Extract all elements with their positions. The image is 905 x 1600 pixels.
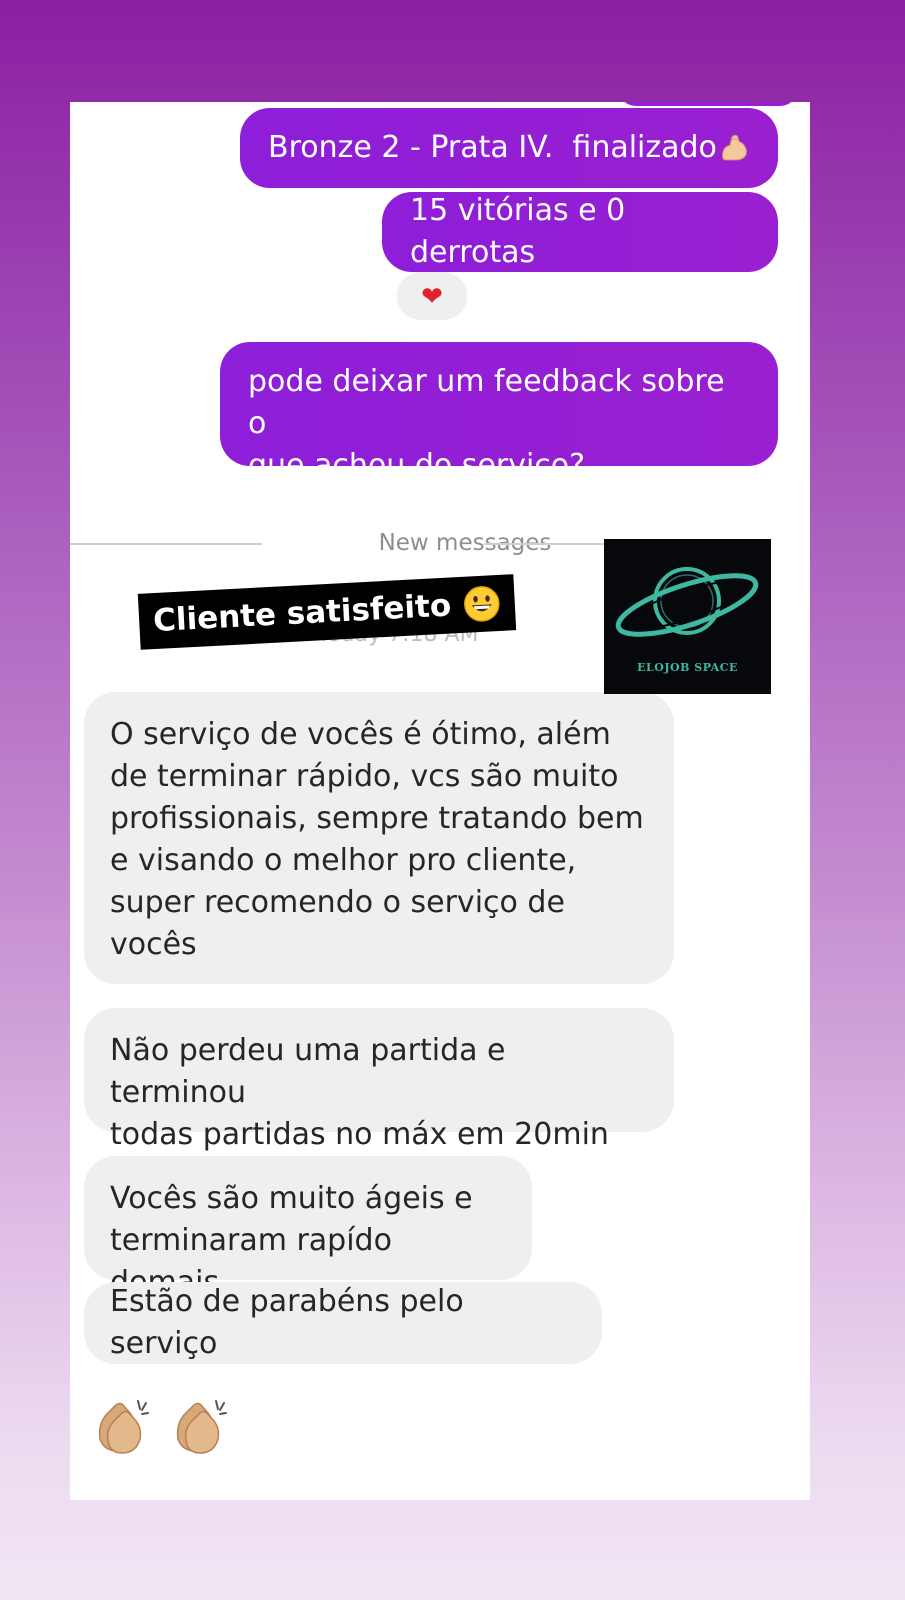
feedback-request-line-1: pode deixar um feedback sobre o bbox=[248, 364, 725, 441]
divider-left bbox=[70, 543, 262, 545]
review-line-1: O serviço de vocês é ótimo, além bbox=[110, 717, 611, 752]
no-losses-line-1: Não perdeu uma partida e terminou bbox=[110, 1033, 506, 1110]
received-message-no-losses[interactable]: Não perdeu uma partida e terminou todas … bbox=[84, 1008, 674, 1152]
heart-reaction[interactable]: ❤ bbox=[397, 272, 467, 320]
received-message-review[interactable]: O serviço de vocês é ótimo, além de term… bbox=[84, 692, 674, 984]
grinning-face-icon bbox=[464, 586, 500, 622]
clapping-hands-icon bbox=[98, 1400, 149, 1454]
review-line-4: e visando o melhor pro cliente, bbox=[110, 843, 577, 878]
no-losses-line-2: todas partidas no máx em 20min bbox=[110, 1117, 609, 1152]
previous-message-bubble bbox=[618, 102, 798, 106]
review-line-2: de terminar rápido, vcs são muito bbox=[110, 759, 619, 794]
review-line-6: vocês bbox=[110, 927, 197, 962]
agile-line-1: Vocês são muito ágeis e bbox=[110, 1181, 473, 1216]
sent-message-score[interactable]: 15 vitórias e 0 derrotas bbox=[382, 192, 778, 272]
received-message-agile[interactable]: Vocês são muito ágeis e terminaram rapíd… bbox=[84, 1156, 532, 1300]
flexed-biceps-icon bbox=[722, 134, 747, 161]
sent-message-feedback-request[interactable]: pode deixar um feedback sobre o que acho… bbox=[220, 342, 778, 483]
review-line-3: profissionais, sempre tratando bem bbox=[110, 801, 644, 836]
sent-message-score-text: 15 vitórias e 0 derrotas bbox=[410, 193, 626, 270]
elojob-space-logo: ELOJOB SPACE bbox=[604, 539, 771, 694]
sent-message-rank[interactable]: Bronze 2 - Prata IV. finalizado bbox=[240, 108, 778, 188]
sticker-text: Cliente satisfeito bbox=[152, 587, 453, 640]
review-line-5: super recomendo o serviço de bbox=[110, 885, 565, 920]
clapping-hands-icon bbox=[176, 1400, 227, 1454]
sent-message-rank-text: Bronze 2 - Prata IV. finalizado bbox=[268, 130, 717, 165]
logo-text: ELOJOB SPACE bbox=[637, 661, 738, 674]
emoji-reply[interactable] bbox=[92, 1395, 230, 1459]
planet-ring-icon bbox=[615, 567, 759, 637]
feedback-request-line-2: que achou do serviço? bbox=[248, 448, 586, 483]
heart-icon: ❤ bbox=[421, 280, 443, 311]
chat-screenshot: Bronze 2 - Prata IV. finalizado 15 vitór… bbox=[70, 102, 810, 1500]
received-message-congrats[interactable]: Estão de parabéns pelo serviço bbox=[84, 1282, 602, 1364]
congrats-text: Estão de parabéns pelo serviço bbox=[110, 1284, 464, 1361]
